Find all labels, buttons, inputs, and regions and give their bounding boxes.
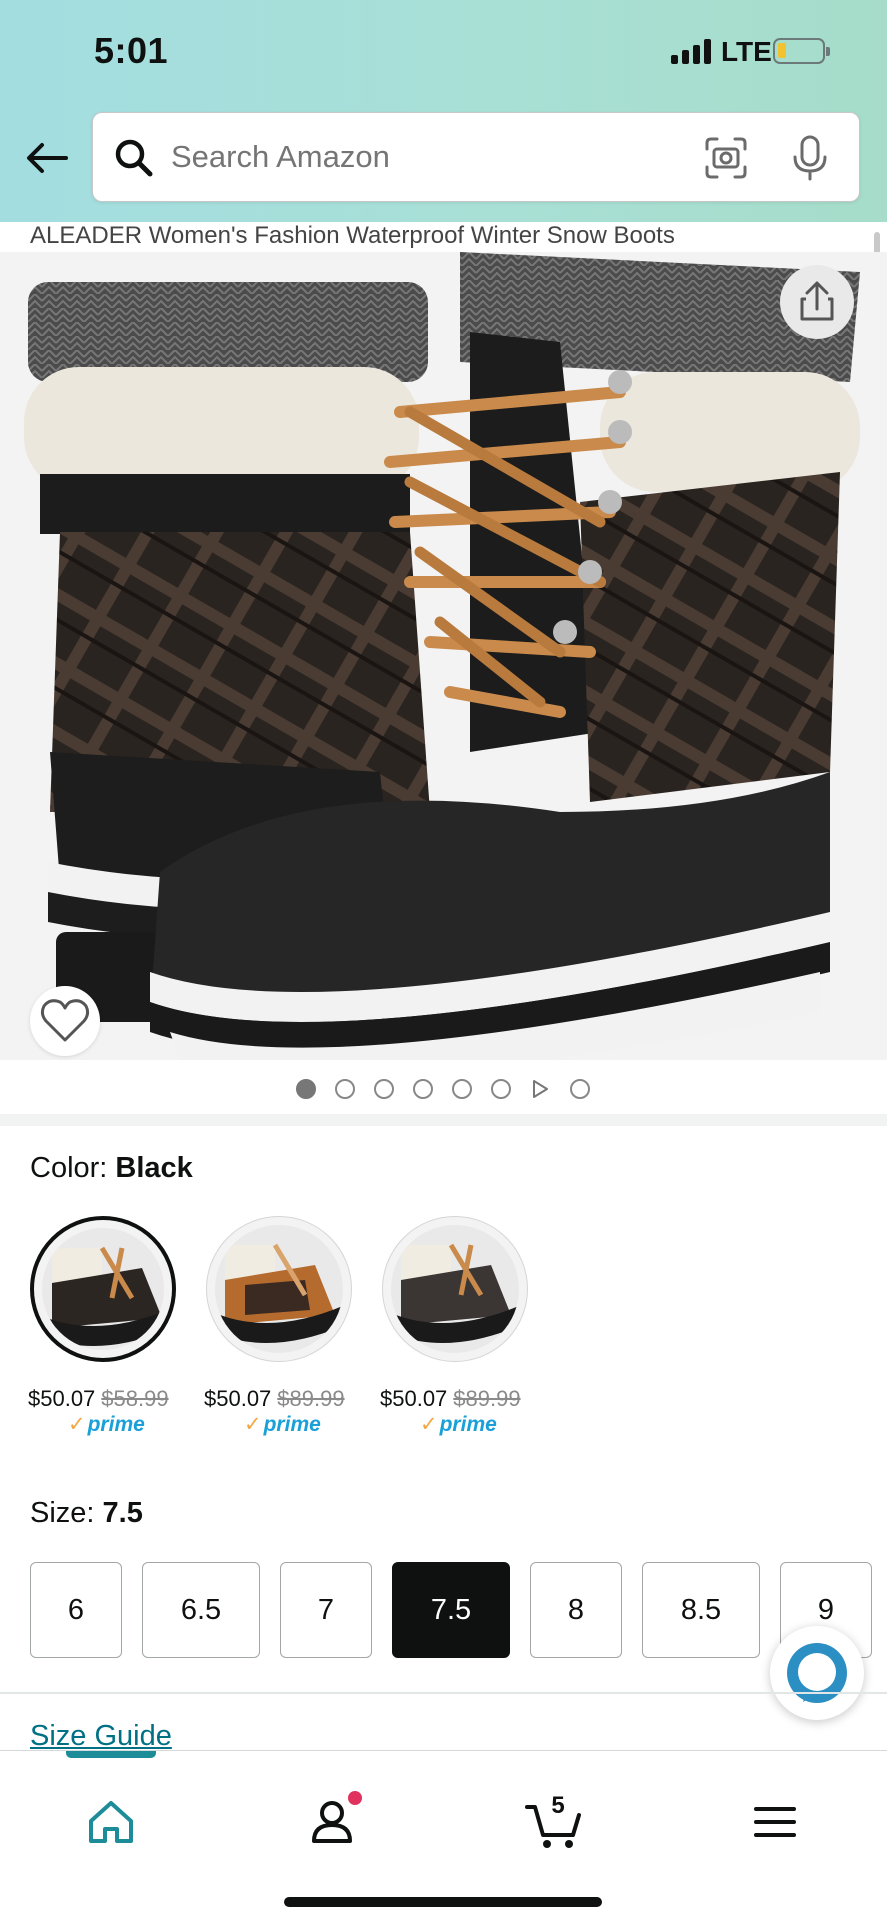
product-title[interactable]: ALEADER Women's Fashion Waterproof Winte… (0, 222, 887, 252)
size-label: Size: 7.5 (30, 1497, 143, 1529)
status-time: 5:01 (94, 30, 169, 71)
alexa-button[interactable] (770, 1626, 864, 1720)
prime-badge: ✓prime (244, 1413, 321, 1436)
alexa-icon (787, 1643, 847, 1703)
color-swatch-grey[interactable] (382, 1216, 528, 1362)
heart-icon (40, 999, 90, 1042)
video-play-icon[interactable] (530, 1078, 550, 1100)
swatch-price: $50.07 $58.99 (28, 1386, 169, 1411)
arrow-left-icon (27, 143, 68, 173)
active-tab-indicator (66, 1751, 156, 1758)
nav-menu[interactable] (725, 1771, 825, 1871)
network-type: LTE (721, 36, 772, 67)
nav-cart[interactable]: 5 (503, 1771, 603, 1871)
size-option[interactable]: 8 (530, 1562, 622, 1658)
menu-icon (754, 1807, 796, 1837)
camera-scan-icon[interactable] (703, 135, 749, 181)
size-option[interactable]: 7 (280, 1562, 372, 1658)
carousel-dots[interactable] (0, 1074, 887, 1104)
color-swatch-black[interactable] (30, 1216, 176, 1362)
home-icon (89, 1801, 133, 1843)
size-option[interactable]: 8.5 (642, 1562, 760, 1658)
search-input[interactable]: Search Amazon (171, 139, 390, 175)
carousel-dot[interactable] (374, 1079, 394, 1099)
cart-count: 5 (551, 1792, 564, 1819)
selected-color: Black (115, 1152, 193, 1184)
swatch-price: $50.07 $89.99 (380, 1386, 521, 1411)
prime-badge: ✓prime (68, 1413, 145, 1436)
share-button[interactable] (780, 265, 854, 339)
bottom-nav: 5 (0, 1750, 887, 1920)
section-divider (0, 1692, 887, 1694)
share-icon (800, 281, 834, 321)
carousel-dot[interactable] (296, 1079, 316, 1099)
microphone-icon[interactable] (790, 133, 830, 183)
section-divider (0, 1114, 887, 1126)
battery-icon (773, 38, 830, 64)
nav-home[interactable] (61, 1771, 161, 1871)
size-option[interactable]: 6.5 (142, 1562, 260, 1658)
signal-icon (671, 38, 713, 64)
home-indicator (284, 1897, 602, 1907)
color-label: Color: Black (30, 1152, 193, 1184)
product-image[interactable] (0, 252, 887, 1060)
swatch-image (391, 1225, 519, 1353)
carousel-dot[interactable] (413, 1079, 433, 1099)
size-option-selected[interactable]: 7.5 (392, 1562, 510, 1658)
swatch-image (42, 1228, 164, 1350)
swatch-image (215, 1225, 343, 1353)
cart-icon: 5 (525, 1792, 581, 1848)
color-swatch-brown[interactable] (206, 1216, 352, 1362)
carousel-dot[interactable] (491, 1079, 511, 1099)
nav-account[interactable] (282, 1771, 382, 1871)
wishlist-button[interactable] (30, 986, 100, 1056)
prime-badge: ✓prime (420, 1413, 497, 1436)
boots-image (24, 252, 860, 1060)
carousel-dot[interactable] (570, 1079, 590, 1099)
back-button[interactable] (22, 132, 72, 182)
status-bar: 5:01 LTE (0, 0, 887, 100)
size-option[interactable]: 6 (30, 1562, 122, 1658)
selected-size: 7.5 (102, 1497, 143, 1529)
search-icon (115, 139, 153, 177)
search-bar[interactable]: Search Amazon (92, 112, 860, 202)
carousel-dot[interactable] (335, 1079, 355, 1099)
size-guide-link[interactable]: Size Guide (30, 1720, 172, 1753)
swatch-price: $50.07 $89.99 (204, 1386, 345, 1411)
carousel-dot[interactable] (452, 1079, 472, 1099)
account-icon (312, 1791, 362, 1843)
